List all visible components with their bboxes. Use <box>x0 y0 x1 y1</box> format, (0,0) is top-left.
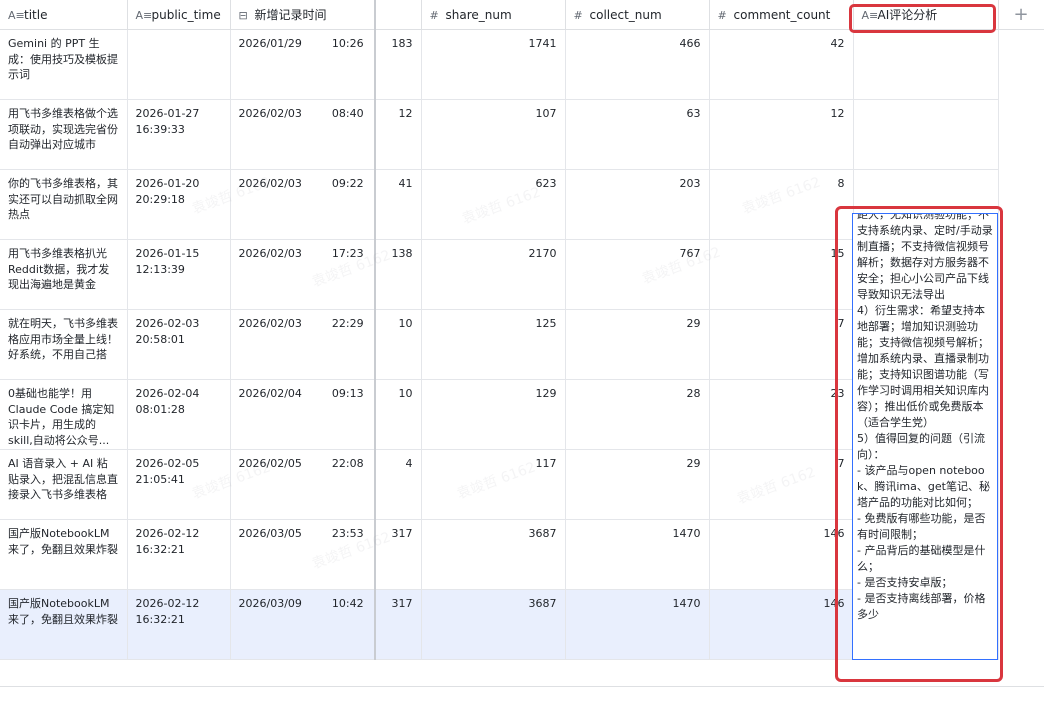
cell-share-num[interactable]: 117 <box>421 449 566 520</box>
cell-collect-num[interactable]: 203 <box>565 169 710 240</box>
cell-comment-count[interactable]: 146 <box>709 589 854 660</box>
cell-record-time[interactable]: 2026/01/29 10:26 <box>230 29 376 100</box>
cell-collect-num[interactable]: 29 <box>565 449 710 520</box>
highlight-box-ai-popup <box>835 206 1003 682</box>
cell-number[interactable]: 41 <box>375 169 422 240</box>
cell-number[interactable]: 317 <box>375 589 422 660</box>
column-header-public-time[interactable]: A≡public_time <box>127 0 231 30</box>
cell-record-time[interactable]: 2026/03/05 23:53 <box>230 519 376 590</box>
cell-public-time[interactable]: 2026-02-03 20:58:01 <box>127 309 231 380</box>
cell-public-time[interactable]: 2026-02-12 16:32:21 <box>127 589 231 660</box>
cell-comment-count[interactable]: 7 <box>709 309 854 380</box>
cell-public-time[interactable] <box>127 29 231 100</box>
cell-share-num[interactable]: 3687 <box>421 589 566 660</box>
cell-share-num[interactable]: 129 <box>421 379 566 450</box>
cell-title[interactable]: 国产版NotebookLM来了，免翻且效果炸裂 <box>0 519 128 590</box>
cell-record-time[interactable]: 2026/02/04 09:13 <box>230 379 376 450</box>
cell-collect-num[interactable]: 29 <box>565 309 710 380</box>
table-row[interactable]: 用飞书多维表格做个选项联动，实现选完省份自动弹出对应城市 2026-01-27 … <box>0 99 999 170</box>
cell-ai-analysis[interactable] <box>853 99 999 170</box>
cell-number[interactable]: 138 <box>375 239 422 310</box>
cell-collect-num[interactable]: 1470 <box>565 589 710 660</box>
cell-record-time[interactable]: 2026/02/03 22:29 <box>230 309 376 380</box>
cell-comment-count[interactable]: 42 <box>709 29 854 100</box>
cell-number[interactable]: 4 <box>375 449 422 520</box>
cell-share-num[interactable]: 1741 <box>421 29 566 100</box>
cell-record-time[interactable]: 2026/02/03 17:23 <box>230 239 376 310</box>
cell-collect-num[interactable]: 767 <box>565 239 710 310</box>
cell-comment-count[interactable]: 146 <box>709 519 854 590</box>
cell-title[interactable]: Gemini 的 PPT 生成：使用技巧及模板提示词 <box>0 29 128 100</box>
table-row[interactable]: Gemini 的 PPT 生成：使用技巧及模板提示词 2026/01/29 10:… <box>0 29 999 100</box>
cell-ai-analysis[interactable] <box>853 29 999 100</box>
cell-title[interactable]: 0基础也能学！用Claude Code 搞定知识卡片，用生成的skill,自动将… <box>0 379 128 450</box>
cell-number[interactable]: 183 <box>375 29 422 100</box>
cell-share-num[interactable]: 125 <box>421 309 566 380</box>
cell-comment-count[interactable]: 23 <box>709 379 854 450</box>
cell-record-time[interactable]: 2026/02/03 09:22 <box>230 169 376 240</box>
cell-number[interactable]: 10 <box>375 379 422 450</box>
cell-record-time[interactable]: 2026/03/09 10:42 <box>230 589 376 660</box>
created-time-icon: ⊟ <box>238 9 248 22</box>
number-field-icon: # <box>429 8 439 22</box>
cell-title[interactable]: 你的飞书多维表格，其实还可以自动抓取全网热点 <box>0 169 128 240</box>
cell-collect-num[interactable]: 1470 <box>565 519 710 590</box>
cell-collect-num[interactable]: 466 <box>565 29 710 100</box>
cell-title[interactable]: 用飞书多维表格扒光Reddit数据，我才发现出海遍地是黄金 <box>0 239 128 310</box>
cell-share-num[interactable]: 3687 <box>421 519 566 590</box>
cell-comment-count[interactable]: 12 <box>709 99 854 170</box>
cell-share-num[interactable]: 107 <box>421 99 566 170</box>
cell-public-time[interactable]: 2026-02-12 16:32:21 <box>127 519 231 590</box>
text-field-icon: A≡ <box>135 8 153 22</box>
cell-public-time[interactable]: 2026-01-27 16:39:33 <box>127 99 231 170</box>
cell-public-time[interactable]: 2026-01-15 12:13:39 <box>127 239 231 310</box>
number-field-icon: # <box>573 8 583 22</box>
cell-number[interactable]: 10 <box>375 309 422 380</box>
cell-share-num[interactable]: 623 <box>421 169 566 240</box>
cell-title[interactable]: 就在明天，飞书多维表格应用市场全量上线！好系统，不用自己搭 <box>0 309 128 380</box>
cell-record-time[interactable]: 2026/02/03 08:40 <box>230 99 376 170</box>
column-header-number[interactable] <box>375 0 422 30</box>
cell-number[interactable]: 12 <box>375 99 422 170</box>
number-field-icon: # <box>717 8 727 22</box>
column-header-share-num[interactable]: # share_num <box>421 0 566 30</box>
cell-title[interactable]: AI 语音录入 + AI 粘贴录入，把混乱信息直接录入飞书多维表格 <box>0 449 128 520</box>
cell-comment-count[interactable]: 7 <box>709 449 854 520</box>
column-header-comment-count[interactable]: # comment_count <box>709 0 854 30</box>
cell-collect-num[interactable]: 28 <box>565 379 710 450</box>
cell-comment-count[interactable]: 15 <box>709 239 854 310</box>
cell-comment-count[interactable]: 8 <box>709 169 854 240</box>
cell-public-time[interactable]: 2026-01-20 20:29:18 <box>127 169 231 240</box>
cell-share-num[interactable]: 2170 <box>421 239 566 310</box>
text-field-icon: A≡ <box>8 8 25 22</box>
cell-title[interactable]: 国产版NotebookLM来了，免翻且效果炸裂 <box>0 589 128 660</box>
plus-icon: + <box>1013 4 1029 25</box>
highlight-box-ai-header <box>849 4 996 33</box>
cell-collect-num[interactable]: 63 <box>565 99 710 170</box>
cell-number[interactable]: 317 <box>375 519 422 590</box>
cell-public-time[interactable]: 2026-02-05 21:05:41 <box>127 449 231 520</box>
cell-public-time[interactable]: 2026-02-04 08:01:28 <box>127 379 231 450</box>
column-header-record-time[interactable]: ⊟ 新增记录时间 <box>230 0 376 30</box>
cell-title[interactable]: 用飞书多维表格做个选项联动，实现选完省份自动弹出对应城市 <box>0 99 128 170</box>
column-header-title[interactable]: A≡title <box>0 0 128 30</box>
add-column-button[interactable]: + <box>998 0 1044 30</box>
cell-record-time[interactable]: 2026/02/05 22:08 <box>230 449 376 520</box>
table-footer-divider <box>0 686 1044 687</box>
column-header-collect-num[interactable]: # collect_num <box>565 0 710 30</box>
